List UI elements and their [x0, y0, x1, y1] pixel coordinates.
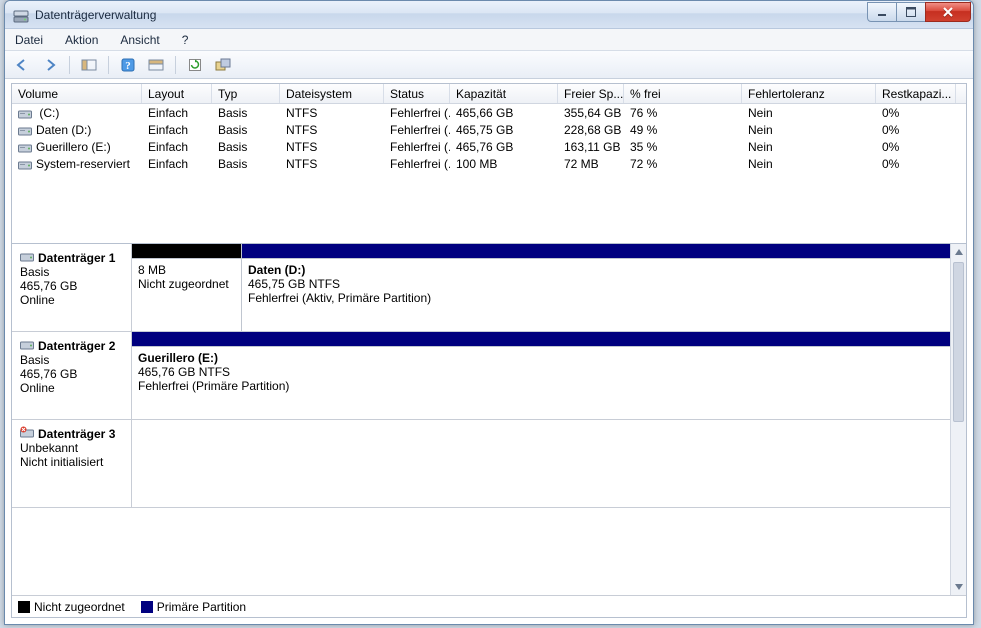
menu-file[interactable]: Datei	[11, 31, 47, 49]
partition-status: Nicht zugeordnet	[138, 277, 235, 291]
help-icon[interactable]: ?	[117, 54, 139, 76]
disk-name: Datenträger 2	[38, 339, 115, 353]
show-hide-tree-icon[interactable]	[78, 54, 100, 76]
table-row[interactable]: Daten (D:)EinfachBasisNTFSFehlerfrei (..…	[12, 121, 966, 138]
close-button[interactable]	[925, 2, 971, 22]
disk-type: Unbekannt	[20, 441, 123, 455]
partition-name: Daten (D:)	[248, 263, 944, 277]
toolbar-separator	[175, 56, 176, 74]
disk-size: 465,76 GB	[20, 367, 123, 381]
title-bar[interactable]: Datenträgerverwaltung	[5, 1, 973, 29]
disk-label[interactable]: Datenträger 2 Basis 465,76 GB Online	[12, 332, 132, 419]
col-fs[interactable]: Dateisystem	[280, 84, 384, 103]
legend: Nicht zugeordnet Primäre Partition	[12, 595, 966, 617]
disk-parts-empty	[132, 420, 950, 507]
drive-icon	[18, 125, 32, 136]
table-row[interactable]: Guerillero (E:)EinfachBasisNTFSFehlerfre…	[12, 138, 966, 155]
disk-size: 465,76 GB	[20, 279, 123, 293]
col-capacity[interactable]: Kapazität	[450, 84, 558, 103]
disk-row: Datenträger 2 Basis 465,76 GB Online Gue…	[12, 332, 950, 420]
maximize-button[interactable]	[896, 2, 926, 22]
partition-size: 8 MB	[138, 263, 235, 277]
back-button[interactable]	[11, 54, 33, 76]
partition-status: Fehlerfrei (Aktiv, Primäre Partition)	[248, 291, 944, 305]
disk-name: Datenträger 3	[38, 427, 115, 441]
disk-icon	[20, 250, 34, 265]
forward-button[interactable]	[39, 54, 61, 76]
partition-header	[132, 332, 950, 346]
partition-primary[interactable]: Daten (D:) 465,75 GB NTFS Fehlerfrei (Ak…	[242, 244, 950, 331]
disk-state: Online	[20, 293, 123, 307]
partition-name: Guerillero (E:)	[138, 351, 944, 365]
vertical-scrollbar[interactable]	[950, 244, 966, 595]
app-window: Datenträgerverwaltung Datei Aktion Ansic…	[4, 0, 974, 625]
scroll-thumb[interactable]	[953, 262, 964, 422]
refresh-icon[interactable]	[184, 54, 206, 76]
content-area: Volume Layout Typ Dateisystem Status Kap…	[11, 83, 967, 618]
svg-text:?: ?	[125, 60, 131, 72]
partition-unallocated[interactable]: 8 MB Nicht zugeordnet	[132, 244, 242, 331]
table-row[interactable]: (C:)EinfachBasisNTFSFehlerfrei (...465,6…	[12, 104, 966, 121]
disk-icon	[20, 338, 34, 353]
menu-view[interactable]: Ansicht	[116, 31, 163, 49]
settings-icon[interactable]	[212, 54, 234, 76]
menu-bar: Datei Aktion Ansicht ?	[5, 29, 973, 51]
legend-swatch-navy	[141, 601, 153, 613]
toolbar-icon[interactable]	[145, 54, 167, 76]
disk-type: Basis	[20, 265, 123, 279]
legend-swatch-black	[18, 601, 30, 613]
disk-row: Datenträger 1 Basis 465,76 GB Online 8 M…	[12, 244, 950, 332]
partition-primary[interactable]: Guerillero (E:) 465,76 GB NTFS Fehlerfre…	[132, 332, 950, 419]
window-controls	[867, 2, 971, 22]
col-layout[interactable]: Layout	[142, 84, 212, 103]
disk-state: Online	[20, 381, 123, 395]
drive-icon	[18, 142, 32, 153]
partition-header	[242, 244, 950, 258]
disk-name: Datenträger 1	[38, 251, 115, 265]
scroll-up-arrow[interactable]	[951, 244, 966, 260]
disk-label[interactable]: Datenträger 3 Unbekannt Nicht initialisi…	[12, 420, 132, 507]
volume-table-header: Volume Layout Typ Dateisystem Status Kap…	[12, 84, 966, 104]
drive-icon	[18, 159, 32, 170]
legend-unallocated: Nicht zugeordnet	[18, 600, 125, 614]
menu-help[interactable]: ?	[178, 31, 193, 49]
col-status[interactable]: Status	[384, 84, 450, 103]
table-row[interactable]: System-reserviertEinfachBasisNTFSFehlerf…	[12, 155, 966, 172]
disk-mgmt-icon	[13, 7, 29, 23]
partition-status: Fehlerfrei (Primäre Partition)	[138, 379, 944, 393]
partition-header	[132, 244, 241, 258]
disk-graphical-pane: Datenträger 1 Basis 465,76 GB Online 8 M…	[12, 244, 966, 595]
window-title: Datenträgerverwaltung	[35, 8, 156, 22]
legend-primary: Primäre Partition	[141, 600, 246, 614]
partition-info: 465,75 GB NTFS	[248, 277, 944, 291]
toolbar-separator	[69, 56, 70, 74]
partition-info: 465,76 GB NTFS	[138, 365, 944, 379]
drive-icon	[18, 108, 32, 119]
toolbar-separator	[108, 56, 109, 74]
disk-row: Datenträger 3 Unbekannt Nicht initialisi…	[12, 420, 950, 508]
col-volume[interactable]: Volume	[12, 84, 142, 103]
disk-type: Basis	[20, 353, 123, 367]
volume-table: Volume Layout Typ Dateisystem Status Kap…	[12, 84, 966, 244]
volume-table-body: (C:)EinfachBasisNTFSFehlerfrei (...465,6…	[12, 104, 966, 243]
col-type[interactable]: Typ	[212, 84, 280, 103]
col-free[interactable]: Freier Sp...	[558, 84, 624, 103]
menu-action[interactable]: Aktion	[61, 31, 102, 49]
col-pctfree[interactable]: % frei	[624, 84, 742, 103]
col-fault[interactable]: Fehlertoleranz	[742, 84, 876, 103]
toolbar: ?	[5, 51, 973, 79]
disk-state: Nicht initialisiert	[20, 455, 123, 469]
disk-warning-icon	[20, 426, 34, 441]
scroll-down-arrow[interactable]	[951, 579, 966, 595]
minimize-button[interactable]	[867, 2, 897, 22]
disk-label[interactable]: Datenträger 1 Basis 465,76 GB Online	[12, 244, 132, 331]
col-rest[interactable]: Restkapazi...	[876, 84, 956, 103]
